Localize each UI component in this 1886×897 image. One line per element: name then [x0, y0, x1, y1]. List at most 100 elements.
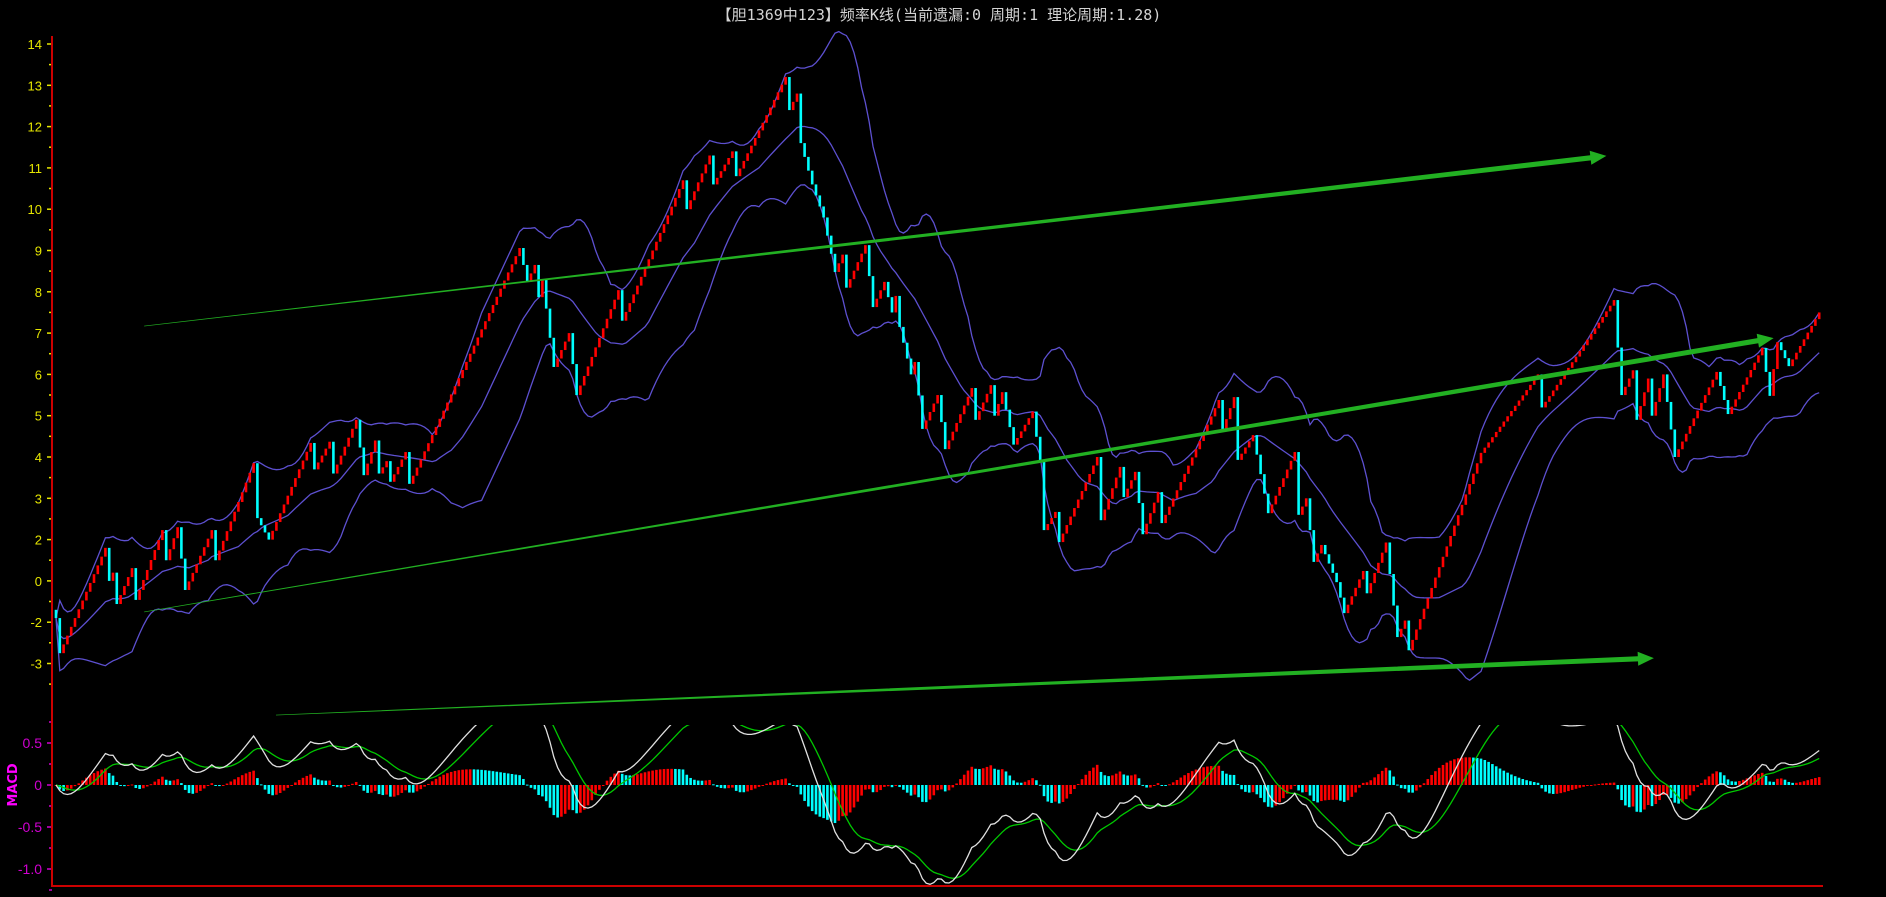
up-bar [628, 303, 632, 312]
macd-histogram-bar [354, 781, 358, 785]
macd-histogram-bar [1149, 785, 1152, 788]
up-bar [1574, 356, 1578, 363]
macd-histogram-bar [1107, 776, 1110, 785]
macd-histogram-bar [1787, 781, 1791, 785]
macd-histogram-bar [1639, 785, 1642, 813]
macd-histogram-bar [715, 785, 719, 787]
down-bar [917, 362, 920, 396]
macd-histogram-bar [1612, 782, 1616, 785]
up-bar [632, 294, 635, 304]
up-bar [848, 279, 852, 288]
macd-histogram-bar [233, 779, 236, 785]
macd-histogram-bar [115, 781, 119, 785]
down-bar [1673, 429, 1677, 457]
macd-histogram-bar [1247, 785, 1251, 793]
up-bar [1795, 352, 1798, 360]
price-tick-label: 11 [29, 161, 43, 176]
macd-histogram-bar [704, 780, 708, 785]
up-bar [271, 530, 274, 540]
up-bar [639, 276, 643, 286]
macd-histogram-bar [1388, 770, 1392, 785]
up-bar [582, 375, 586, 386]
up-bar [769, 107, 772, 116]
up-bar [1194, 449, 1198, 458]
up-bar [1502, 421, 1506, 427]
up-bar [1130, 480, 1133, 489]
up-bar [605, 318, 609, 329]
macd-histogram-bar [674, 768, 677, 785]
macd-histogram-bar [1050, 785, 1053, 803]
up-bar [1810, 325, 1813, 333]
macd-tick-label: 0 [34, 777, 42, 793]
macd-histogram-bar [647, 771, 651, 785]
up-bar [484, 321, 487, 330]
macd-histogram-bar [1692, 785, 1696, 792]
macd-histogram-bar [924, 785, 928, 803]
macd-histogram-bar [1080, 779, 1084, 785]
down-bar [552, 337, 556, 367]
down-bar [1392, 574, 1395, 606]
up-bar [594, 347, 597, 357]
macd-histogram-bar [123, 785, 126, 787]
macd-histogram-bar [457, 770, 461, 785]
macd-histogram-bar [776, 780, 780, 785]
down-bar [1160, 492, 1164, 524]
macd-histogram-bar [1369, 780, 1373, 785]
down-bar [845, 254, 848, 288]
up-bar [1631, 370, 1635, 379]
macd-histogram-bar [1608, 782, 1612, 785]
macd-histogram-bar [370, 785, 373, 793]
macd-histogram-bar [449, 771, 453, 785]
up-bar [404, 452, 407, 460]
macd-histogram-bar [1517, 777, 1521, 785]
price-tick-label: 12 [28, 120, 42, 135]
macd-histogram-bar [1312, 785, 1316, 802]
down-bar [788, 77, 791, 111]
macd-histogram-bar [1529, 781, 1532, 785]
macd-histogram-bar [229, 781, 233, 785]
macd-histogram-bar [1521, 779, 1525, 785]
macd-histogram-bar [1544, 785, 1547, 792]
up-bar [1483, 447, 1487, 453]
up-bar [1757, 355, 1760, 363]
up-bar [1513, 405, 1517, 412]
up-bar [1791, 359, 1794, 367]
up-bar [1479, 452, 1483, 464]
up-bar [837, 263, 841, 272]
macd-histogram-bar [829, 785, 833, 822]
macd-histogram-bar [1684, 785, 1688, 800]
macd-histogram-bar [69, 785, 73, 789]
up-bar [1814, 319, 1817, 326]
macd-histogram-bar [970, 766, 974, 785]
down-bar [1263, 474, 1266, 494]
macd-histogram-bar [1384, 767, 1388, 785]
price-tick-label: 3 [35, 491, 42, 506]
up-bar [282, 504, 286, 514]
macd-histogram-bar [826, 785, 829, 820]
up-bar [1369, 583, 1373, 594]
up-bar [104, 547, 107, 557]
up-bar [601, 328, 605, 338]
up-bar [370, 452, 373, 464]
up-bar [1240, 453, 1243, 460]
up-bar [1270, 504, 1274, 514]
macd-histogram-bar [1620, 785, 1623, 801]
macd-histogram-bar [921, 785, 924, 802]
up-bar [381, 467, 385, 474]
down-bar [1137, 471, 1141, 504]
macd-histogram-bar [780, 779, 784, 785]
down-bar [871, 276, 875, 308]
down-bar [803, 143, 806, 157]
up-bar [924, 420, 928, 429]
macd-histogram-bar [1681, 785, 1684, 803]
up-bar [305, 451, 309, 461]
down-bar [826, 217, 829, 236]
up-bar [1380, 552, 1384, 563]
up-bar [1464, 494, 1468, 505]
price-tick-label: 6 [35, 367, 42, 382]
up-bar [563, 341, 567, 351]
up-bar [1164, 514, 1167, 524]
up-bar [1529, 384, 1532, 391]
up-bar [1521, 395, 1525, 401]
macd-histogram-bar [1099, 771, 1103, 785]
